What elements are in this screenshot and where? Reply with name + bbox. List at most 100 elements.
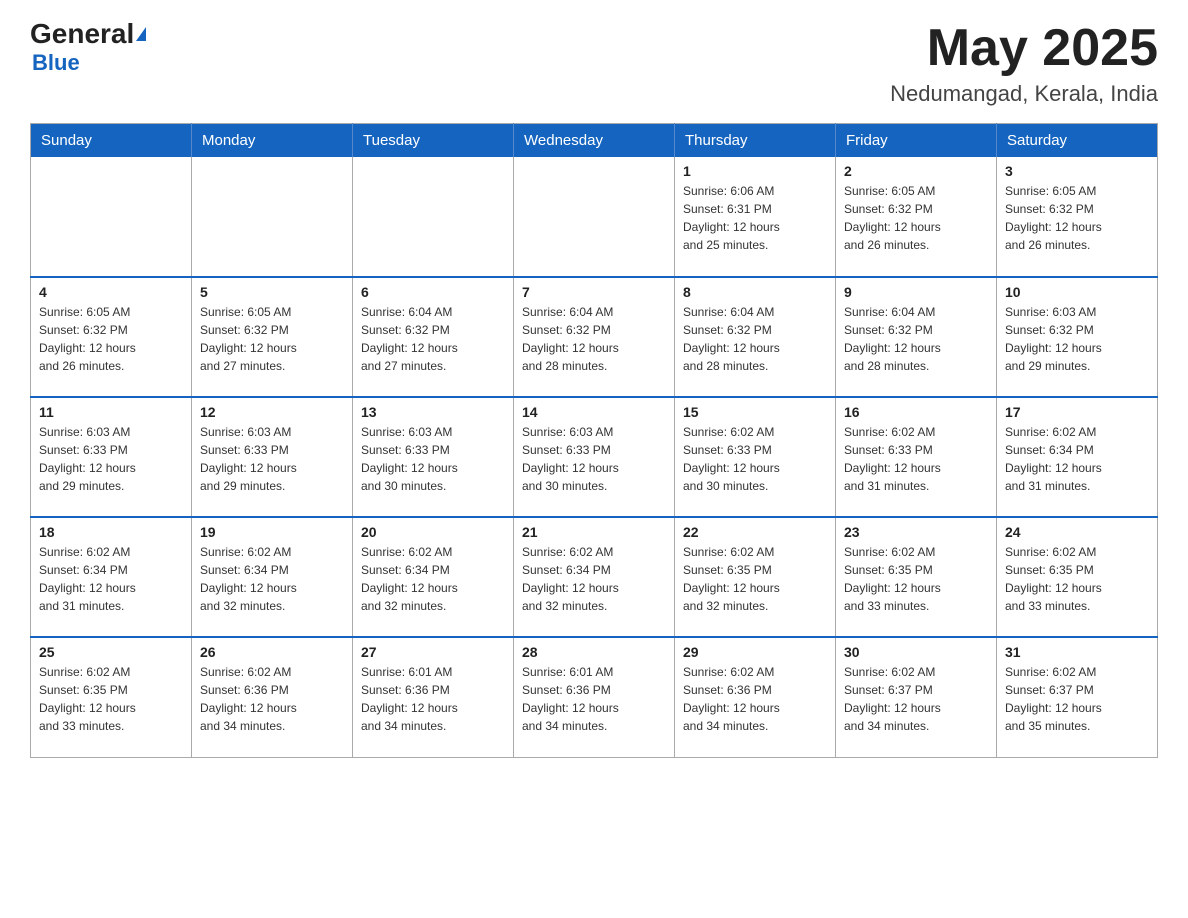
calendar-cell: 15 Sunrise: 6:02 AM Sunset: 6:33 PM Dayli… xyxy=(675,397,836,517)
calendar-cell: 7 Sunrise: 6:04 AM Sunset: 6:32 PM Daylig… xyxy=(514,277,675,397)
day-info: Sunrise: 6:03 AM Sunset: 6:33 PM Dayligh… xyxy=(200,423,344,495)
weekday-header-sunday: Sunday xyxy=(31,124,192,158)
weekday-header-friday: Friday xyxy=(836,124,997,158)
calendar-cell: 20 Sunrise: 6:02 AM Sunset: 6:34 PM Dayli… xyxy=(353,517,514,637)
day-number: 29 xyxy=(683,644,827,660)
day-info: Sunrise: 6:02 AM Sunset: 6:37 PM Dayligh… xyxy=(844,663,988,735)
calendar-cell: 3 Sunrise: 6:05 AM Sunset: 6:32 PM Daylig… xyxy=(997,157,1158,277)
page-header: General Blue May 2025 Nedumangad, Kerala… xyxy=(30,20,1158,107)
calendar-cell: 26 Sunrise: 6:02 AM Sunset: 6:36 PM Dayli… xyxy=(192,637,353,757)
day-info: Sunrise: 6:02 AM Sunset: 6:35 PM Dayligh… xyxy=(844,543,988,615)
day-number: 19 xyxy=(200,524,344,540)
day-number: 12 xyxy=(200,404,344,420)
calendar-cell: 9 Sunrise: 6:04 AM Sunset: 6:32 PM Daylig… xyxy=(836,277,997,397)
day-number: 5 xyxy=(200,284,344,300)
calendar-cell: 4 Sunrise: 6:05 AM Sunset: 6:32 PM Daylig… xyxy=(31,277,192,397)
day-number: 4 xyxy=(39,284,183,300)
calendar-cell: 11 Sunrise: 6:03 AM Sunset: 6:33 PM Dayli… xyxy=(31,397,192,517)
day-info: Sunrise: 6:05 AM Sunset: 6:32 PM Dayligh… xyxy=(844,182,988,254)
day-number: 22 xyxy=(683,524,827,540)
calendar-cell: 21 Sunrise: 6:02 AM Sunset: 6:34 PM Dayli… xyxy=(514,517,675,637)
calendar-cell: 1 Sunrise: 6:06 AM Sunset: 6:31 PM Daylig… xyxy=(675,157,836,277)
day-number: 21 xyxy=(522,524,666,540)
logo-triangle-icon xyxy=(136,27,146,41)
weekday-header-monday: Monday xyxy=(192,124,353,158)
day-number: 17 xyxy=(1005,404,1149,420)
logo-main-text: General xyxy=(30,20,134,48)
day-number: 23 xyxy=(844,524,988,540)
calendar-cell: 24Sunrise: 6:02 AM Sunset: 6:35 PM Dayli… xyxy=(997,517,1158,637)
calendar-cell: 2 Sunrise: 6:05 AM Sunset: 6:32 PM Daylig… xyxy=(836,157,997,277)
calendar-week-row: 11 Sunrise: 6:03 AM Sunset: 6:33 PM Dayli… xyxy=(31,397,1158,517)
calendar-cell: 31 Sunrise: 6:02 AM Sunset: 6:37 PM Dayli… xyxy=(997,637,1158,757)
day-info: Sunrise: 6:02 AM Sunset: 6:34 PM Dayligh… xyxy=(522,543,666,615)
day-info: Sunrise: 6:01 AM Sunset: 6:36 PM Dayligh… xyxy=(361,663,505,735)
day-info: Sunrise: 6:01 AM Sunset: 6:36 PM Dayligh… xyxy=(522,663,666,735)
calendar-cell: 25 Sunrise: 6:02 AM Sunset: 6:35 PM Dayli… xyxy=(31,637,192,757)
day-info: Sunrise: 6:02 AM Sunset: 6:34 PM Dayligh… xyxy=(1005,423,1149,495)
day-number: 30 xyxy=(844,644,988,660)
weekday-header-thursday: Thursday xyxy=(675,124,836,158)
day-info: Sunrise: 6:03 AM Sunset: 6:32 PM Dayligh… xyxy=(1005,303,1149,375)
day-number: 11 xyxy=(39,404,183,420)
calendar-cell: 27Sunrise: 6:01 AM Sunset: 6:36 PM Dayli… xyxy=(353,637,514,757)
day-number: 24 xyxy=(1005,524,1149,540)
title-block: May 2025 Nedumangad, Kerala, India xyxy=(890,20,1158,107)
calendar-cell: 29 Sunrise: 6:02 AM Sunset: 6:36 PM Dayli… xyxy=(675,637,836,757)
calendar-week-row: 25 Sunrise: 6:02 AM Sunset: 6:35 PM Dayli… xyxy=(31,637,1158,757)
calendar-cell: 16Sunrise: 6:02 AM Sunset: 6:33 PM Dayli… xyxy=(836,397,997,517)
calendar-cell: 5Sunrise: 6:05 AM Sunset: 6:32 PM Daylig… xyxy=(192,277,353,397)
day-number: 31 xyxy=(1005,644,1149,660)
day-info: Sunrise: 6:05 AM Sunset: 6:32 PM Dayligh… xyxy=(39,303,183,375)
day-number: 15 xyxy=(683,404,827,420)
day-info: Sunrise: 6:02 AM Sunset: 6:33 PM Dayligh… xyxy=(844,423,988,495)
day-number: 6 xyxy=(361,284,505,300)
day-number: 2 xyxy=(844,163,988,179)
calendar-week-row: 1 Sunrise: 6:06 AM Sunset: 6:31 PM Daylig… xyxy=(31,157,1158,277)
day-info: Sunrise: 6:02 AM Sunset: 6:36 PM Dayligh… xyxy=(200,663,344,735)
day-number: 10 xyxy=(1005,284,1149,300)
calendar-cell xyxy=(31,157,192,277)
day-info: Sunrise: 6:03 AM Sunset: 6:33 PM Dayligh… xyxy=(39,423,183,495)
day-number: 28 xyxy=(522,644,666,660)
day-info: Sunrise: 6:02 AM Sunset: 6:36 PM Dayligh… xyxy=(683,663,827,735)
calendar-cell: 12 Sunrise: 6:03 AM Sunset: 6:33 PM Dayli… xyxy=(192,397,353,517)
day-info: Sunrise: 6:04 AM Sunset: 6:32 PM Dayligh… xyxy=(522,303,666,375)
weekday-header-saturday: Saturday xyxy=(997,124,1158,158)
day-number: 3 xyxy=(1005,163,1149,179)
day-number: 20 xyxy=(361,524,505,540)
calendar-cell: 10 Sunrise: 6:03 AM Sunset: 6:32 PM Dayli… xyxy=(997,277,1158,397)
day-info: Sunrise: 6:04 AM Sunset: 6:32 PM Dayligh… xyxy=(683,303,827,375)
day-number: 18 xyxy=(39,524,183,540)
day-number: 1 xyxy=(683,163,827,179)
calendar-cell: 22Sunrise: 6:02 AM Sunset: 6:35 PM Dayli… xyxy=(675,517,836,637)
calendar-cell xyxy=(514,157,675,277)
calendar-cell: 28 Sunrise: 6:01 AM Sunset: 6:36 PM Dayli… xyxy=(514,637,675,757)
day-info: Sunrise: 6:02 AM Sunset: 6:34 PM Dayligh… xyxy=(200,543,344,615)
day-info: Sunrise: 6:06 AM Sunset: 6:31 PM Dayligh… xyxy=(683,182,827,254)
day-info: Sunrise: 6:02 AM Sunset: 6:35 PM Dayligh… xyxy=(39,663,183,735)
calendar-cell: 14Sunrise: 6:03 AM Sunset: 6:33 PM Dayli… xyxy=(514,397,675,517)
day-info: Sunrise: 6:03 AM Sunset: 6:33 PM Dayligh… xyxy=(522,423,666,495)
weekday-header-row: SundayMondayTuesdayWednesdayThursdayFrid… xyxy=(31,124,1158,158)
logo-sub-text: Blue xyxy=(32,50,80,76)
calendar-cell: 18 Sunrise: 6:02 AM Sunset: 6:34 PM Dayli… xyxy=(31,517,192,637)
day-info: Sunrise: 6:02 AM Sunset: 6:37 PM Dayligh… xyxy=(1005,663,1149,735)
calendar-week-row: 4 Sunrise: 6:05 AM Sunset: 6:32 PM Daylig… xyxy=(31,277,1158,397)
day-number: 26 xyxy=(200,644,344,660)
day-number: 7 xyxy=(522,284,666,300)
calendar-table: SundayMondayTuesdayWednesdayThursdayFrid… xyxy=(30,123,1158,758)
day-info: Sunrise: 6:02 AM Sunset: 6:34 PM Dayligh… xyxy=(361,543,505,615)
calendar-cell: 23 Sunrise: 6:02 AM Sunset: 6:35 PM Dayli… xyxy=(836,517,997,637)
day-info: Sunrise: 6:02 AM Sunset: 6:33 PM Dayligh… xyxy=(683,423,827,495)
calendar-cell: 30 Sunrise: 6:02 AM Sunset: 6:37 PM Dayli… xyxy=(836,637,997,757)
day-info: Sunrise: 6:05 AM Sunset: 6:32 PM Dayligh… xyxy=(1005,182,1149,254)
weekday-header-tuesday: Tuesday xyxy=(353,124,514,158)
calendar-cell xyxy=(353,157,514,277)
calendar-cell: 6Sunrise: 6:04 AM Sunset: 6:32 PM Daylig… xyxy=(353,277,514,397)
day-info: Sunrise: 6:03 AM Sunset: 6:33 PM Dayligh… xyxy=(361,423,505,495)
day-info: Sunrise: 6:02 AM Sunset: 6:34 PM Dayligh… xyxy=(39,543,183,615)
day-number: 9 xyxy=(844,284,988,300)
day-info: Sunrise: 6:04 AM Sunset: 6:32 PM Dayligh… xyxy=(844,303,988,375)
day-number: 25 xyxy=(39,644,183,660)
